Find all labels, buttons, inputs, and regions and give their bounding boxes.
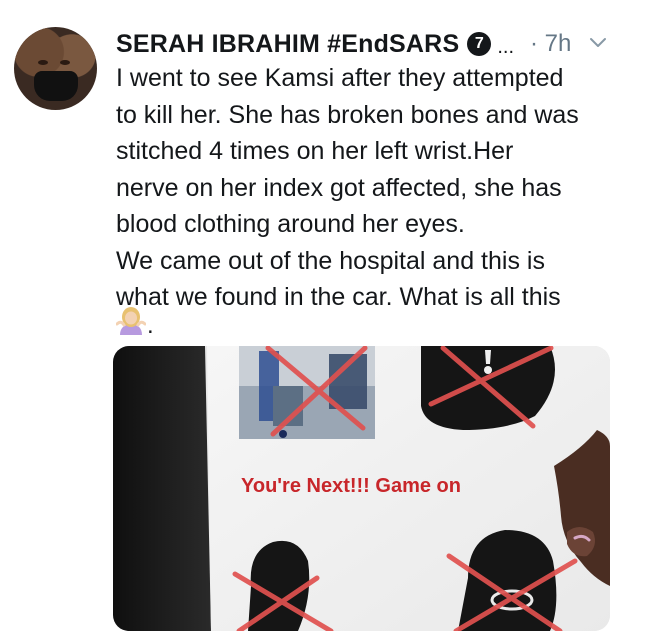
avatar-eyes — [38, 60, 74, 68]
woman-shrugging-emoji — [116, 307, 146, 335]
media-paper-text: You're Next!!! Game on — [241, 475, 461, 497]
tweet-text-line: blood clothing around her eyes. — [116, 210, 465, 238]
tweet-text-line: I went to see Kamsi after they attempted — [116, 64, 564, 92]
tweet-header: SERAH IBRAHIM #EndSARS 7 ... — [116, 28, 514, 60]
emoji-line: . — [116, 305, 154, 339]
tweet-text: I went to see Kamsi after they attempted… — [116, 60, 616, 316]
badge-count: 7 — [467, 32, 492, 56]
tweet-media-image[interactable]: You're Next!!! Game on — [113, 346, 610, 631]
avatar[interactable] — [14, 27, 97, 110]
author-name[interactable]: SERAH IBRAHIM #EndSARS — [116, 30, 459, 59]
trailing-period: . — [147, 312, 154, 339]
chevron-down-icon[interactable] — [587, 31, 609, 53]
avatar-face-mask — [34, 71, 78, 101]
tweet-timestamp[interactable]: · 7h — [530, 28, 571, 60]
dark-car-interior — [113, 346, 211, 631]
name-truncation: ... — [497, 35, 514, 58]
tweet-text-line: We came out of the hospital and this is — [116, 246, 545, 275]
tweet-text-line: to kill her. She has broken bones and wa… — [116, 100, 579, 129]
tweet-text-line: what we found in the car. What is all th… — [116, 283, 561, 311]
tweet-text-line: stitched 4 times on her left wrist.Her — [116, 137, 514, 165]
tweet-text-line: nerve on her index got affected, she has — [116, 173, 562, 202]
media-photo: You're Next!!! Game on — [113, 346, 610, 631]
